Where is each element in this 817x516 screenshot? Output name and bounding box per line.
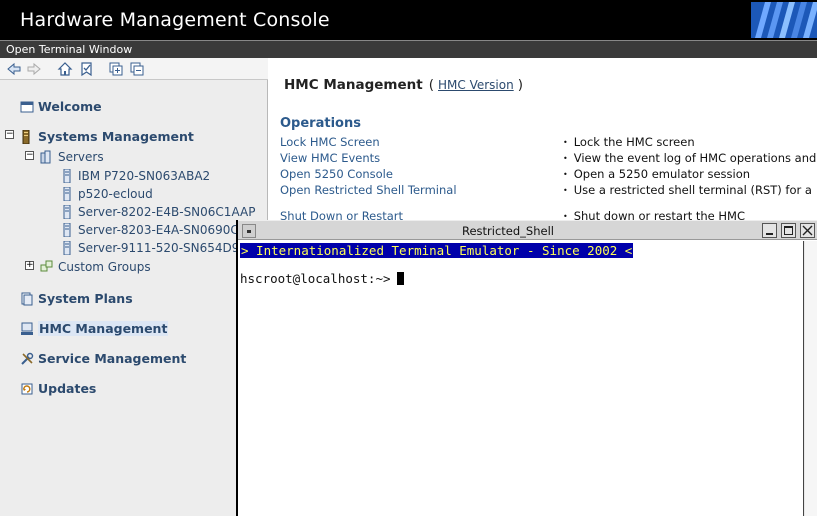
operation-description: Use a restricted shell terminal (RST) fo… <box>563 183 812 197</box>
nav-item-label: p520-ecloud <box>78 186 153 201</box>
forward-arrow-icon[interactable] <box>26 61 42 77</box>
ibm-stripe-logo <box>751 2 817 38</box>
operation-description: View the event log of HMC operations and <box>563 151 817 165</box>
server-icon <box>63 186 71 201</box>
nav-item-label: System Plans <box>38 291 133 306</box>
nav-item-server[interactable]: IBM P720-SN063ABA2 <box>60 168 210 183</box>
nav-item-server[interactable]: Server-9111-520-SN654D91 <box>60 240 247 255</box>
terminal-titlebar[interactable]: Restricted_Shell <box>238 220 817 240</box>
nav-item-label: IBM P720-SN063ABA2 <box>78 168 211 183</box>
server-icon <box>63 204 71 219</box>
operation-description: Lock the HMC screen <box>563 135 695 149</box>
task-bar: Open Terminal Window <box>0 40 817 58</box>
nav-item-welcome[interactable]: Welcome <box>20 98 102 114</box>
hmc-app: Hardware Management Console Open Termina… <box>0 0 817 516</box>
nav-item-label: Updates <box>38 381 97 396</box>
tools-icon <box>21 352 34 365</box>
system-plans-icon <box>21 292 33 305</box>
text-cursor <box>396 272 404 285</box>
server-rack-icon <box>22 129 30 144</box>
server-icon <box>63 222 71 237</box>
nav-item-server[interactable]: p520-ecloud <box>60 186 153 201</box>
app-title: Hardware Management Console <box>20 9 330 31</box>
nav-item-service-management[interactable]: Service Management <box>20 350 186 366</box>
terminal-banner: > Internationalized Terminal Emulator - … <box>240 243 634 258</box>
nav-item-systems-management[interactable]: Systems Management <box>20 128 194 144</box>
nav-item-system-plans[interactable]: System Plans <box>20 290 133 306</box>
expand-toggle-custom-groups[interactable]: + <box>25 261 34 270</box>
server-icon <box>63 168 71 183</box>
home-icon[interactable] <box>57 61 73 77</box>
nav-item-label: Custom Groups <box>58 259 151 274</box>
terminal-scrollbar[interactable] <box>803 241 817 516</box>
nav-item-custom-groups[interactable]: Custom Groups <box>40 259 151 274</box>
expand-toggle-servers[interactable]: − <box>25 151 34 160</box>
nav-item-label: Server-9111-520-SN654D91 <box>78 240 248 255</box>
scrollbar-thumb[interactable] <box>805 241 817 516</box>
terminal-window[interactable]: Restricted_Shell > Internationalized Ter… <box>236 220 817 516</box>
nav-item-label: Service Management <box>38 351 187 366</box>
nav-item-label: Servers <box>58 149 104 164</box>
hmc-console-icon <box>21 322 33 335</box>
terminal-title: Restricted_Shell <box>462 224 554 238</box>
collapse-all-icon[interactable] <box>129 61 145 77</box>
page-title: HMC Management ( HMC Version) <box>284 77 523 93</box>
shell-prompt-text: hscroot@localhost:~> <box>240 271 391 286</box>
updates-icon <box>21 383 33 394</box>
task-label: Open Terminal Window <box>6 43 133 56</box>
lock-hmc-screen-link[interactable]: Lock HMC Screen <box>280 135 380 149</box>
back-arrow-icon[interactable] <box>6 61 22 77</box>
paren-open: ( <box>428 77 434 93</box>
nav-item-label: HMC Management <box>38 321 169 336</box>
nav-item-label: Systems Management <box>38 129 194 144</box>
nav-item-updates[interactable]: Updates <box>20 380 96 396</box>
nav-item-label: Welcome <box>38 99 102 114</box>
app-header: Hardware Management Console <box>0 0 817 40</box>
nav-toolbar <box>0 58 268 80</box>
open-restricted-shell-link[interactable]: Open Restricted Shell Terminal <box>280 183 457 197</box>
operation-description: Open a 5250 emulator session <box>563 167 750 181</box>
servers-group-icon <box>40 150 51 163</box>
page-title-text: HMC Management <box>284 77 423 93</box>
close-icon[interactable] <box>800 223 815 238</box>
nav-item-server[interactable]: Server-8202-E4B-SN06C1AAP <box>60 204 255 219</box>
view-hmc-events-link[interactable]: View HMC Events <box>280 151 380 165</box>
expand-all-icon[interactable] <box>108 61 124 77</box>
shell-prompt: hscroot@localhost:~> <box>240 271 404 286</box>
paren-close: ) <box>517 77 523 93</box>
terminal-screen[interactable]: > Internationalized Terminal Emulator - … <box>238 241 803 516</box>
operations-heading: Operations <box>280 116 361 131</box>
expand-toggle-systems[interactable]: − <box>5 130 14 139</box>
favorites-icon[interactable] <box>79 61 95 77</box>
welcome-icon <box>20 101 34 112</box>
nav-item-label: Server-8202-E4B-SN06C1AAP <box>78 204 256 219</box>
nav-item-server[interactable]: Server-8203-E4A-SN0690C0 <box>60 222 246 237</box>
minimize-icon[interactable] <box>762 223 777 238</box>
navigation-pane: Welcome − Systems Management − Servers I… <box>0 58 268 516</box>
hmc-version-link[interactable]: HMC Version <box>438 78 514 92</box>
server-icon <box>63 240 71 255</box>
custom-groups-icon <box>40 260 53 271</box>
maximize-icon[interactable] <box>781 223 796 238</box>
nav-item-servers[interactable]: Servers <box>40 149 104 164</box>
nav-item-label: Server-8203-E4A-SN0690C0 <box>78 222 247 237</box>
open-5250-console-link[interactable]: Open 5250 Console <box>280 167 393 181</box>
nav-item-hmc-management[interactable]: HMC Management <box>20 320 169 336</box>
